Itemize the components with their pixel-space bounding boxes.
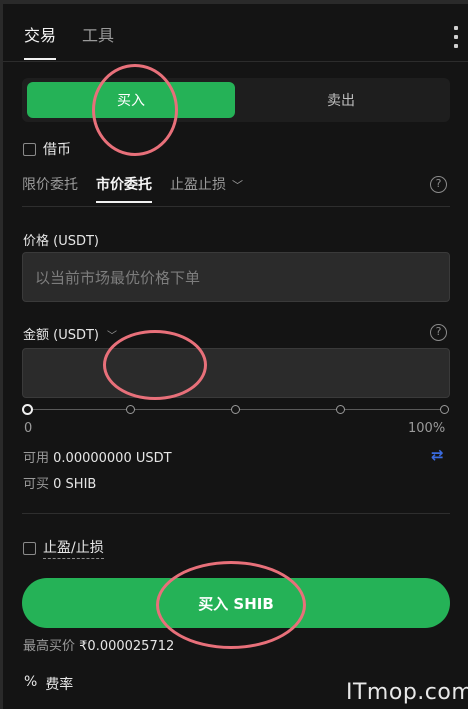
- section-divider: [22, 513, 450, 514]
- tab-tools[interactable]: 工具: [82, 22, 114, 60]
- fee-rate-link[interactable]: % 费率: [24, 674, 73, 694]
- help-icon[interactable]: ?: [430, 176, 447, 193]
- tab-market-order[interactable]: 市价委托: [96, 174, 152, 203]
- tab-tpsl-order[interactable]: 止盈止损 ﹀: [170, 174, 243, 203]
- amount-input[interactable]: [22, 348, 450, 398]
- slider-min-label: 0: [24, 421, 33, 436]
- max-buy-price: 最高买价 ₹0.000025712: [23, 635, 174, 654]
- buy-sell-switch: 买入 卖出: [22, 78, 450, 122]
- slider-node-75[interactable]: [336, 405, 345, 414]
- slider-node-100[interactable]: [440, 405, 449, 414]
- tpsl-checkbox[interactable]: [23, 541, 36, 555]
- order-type-tabs: 限价委托 市价委托 止盈止损 ﹀: [22, 174, 243, 203]
- left-rail: [0, 0, 3, 709]
- chevron-down-icon: ﹀: [232, 179, 243, 192]
- available-label: 可用: [23, 451, 50, 466]
- price-input[interactable]: 以当前市场最优价格下单: [22, 252, 450, 302]
- tabs-divider: [3, 61, 468, 62]
- tab-limit-order[interactable]: 限价委托: [22, 174, 78, 203]
- available-value: 0.00000000 USDT: [53, 451, 172, 466]
- tpsl-label: 止盈/止损: [43, 537, 104, 559]
- help-icon[interactable]: ?: [430, 324, 447, 341]
- percent-slider[interactable]: [22, 402, 450, 418]
- price-placeholder: 以当前市场最优价格下单: [35, 269, 201, 287]
- order-tabs-divider: [22, 206, 450, 207]
- can-buy-label: 可买: [23, 477, 50, 492]
- margin-checkbox[interactable]: [23, 142, 36, 156]
- tab-trade[interactable]: 交易: [24, 22, 57, 60]
- tpsl-toggle[interactable]: 止盈/止损: [23, 537, 104, 559]
- slider-node-25[interactable]: [126, 405, 135, 414]
- can-buy-value: 0 SHIB: [53, 477, 97, 492]
- max-price-label: 最高买价: [23, 639, 76, 654]
- slider-node-50[interactable]: [231, 405, 240, 414]
- submit-buy-button[interactable]: 买入 SHIB: [22, 578, 450, 628]
- can-buy: 可买 0 SHIB: [23, 473, 96, 492]
- percent-icon: %: [24, 674, 38, 690]
- swap-icon[interactable]: ⇄: [431, 446, 444, 464]
- top-border: [0, 0, 468, 4]
- tab-tpsl-label: 止盈止损: [170, 177, 226, 193]
- sell-side-button[interactable]: 卖出: [237, 82, 445, 118]
- more-menu-icon[interactable]: [453, 26, 459, 48]
- amount-label[interactable]: 金额 (USDT) ﹀: [23, 324, 117, 343]
- margin-toggle[interactable]: 借币: [23, 139, 71, 159]
- fee-label: 费率: [45, 677, 74, 693]
- slider-max-label: 100%: [408, 421, 446, 436]
- top-tabs: 交易 工具: [24, 22, 114, 60]
- watermark: ITmop.com: [346, 680, 468, 705]
- slider-handle[interactable]: [22, 404, 33, 415]
- buy-side-button[interactable]: 买入: [27, 82, 235, 118]
- chevron-down-icon: ﹀: [107, 331, 117, 342]
- price-label: 价格 (USDT): [23, 234, 99, 249]
- margin-label: 借币: [43, 142, 71, 158]
- amount-label-text: 金额 (USDT): [23, 328, 99, 343]
- max-price-value: ₹0.000025712: [79, 639, 175, 654]
- available-balance: 可用 0.00000000 USDT: [23, 447, 172, 466]
